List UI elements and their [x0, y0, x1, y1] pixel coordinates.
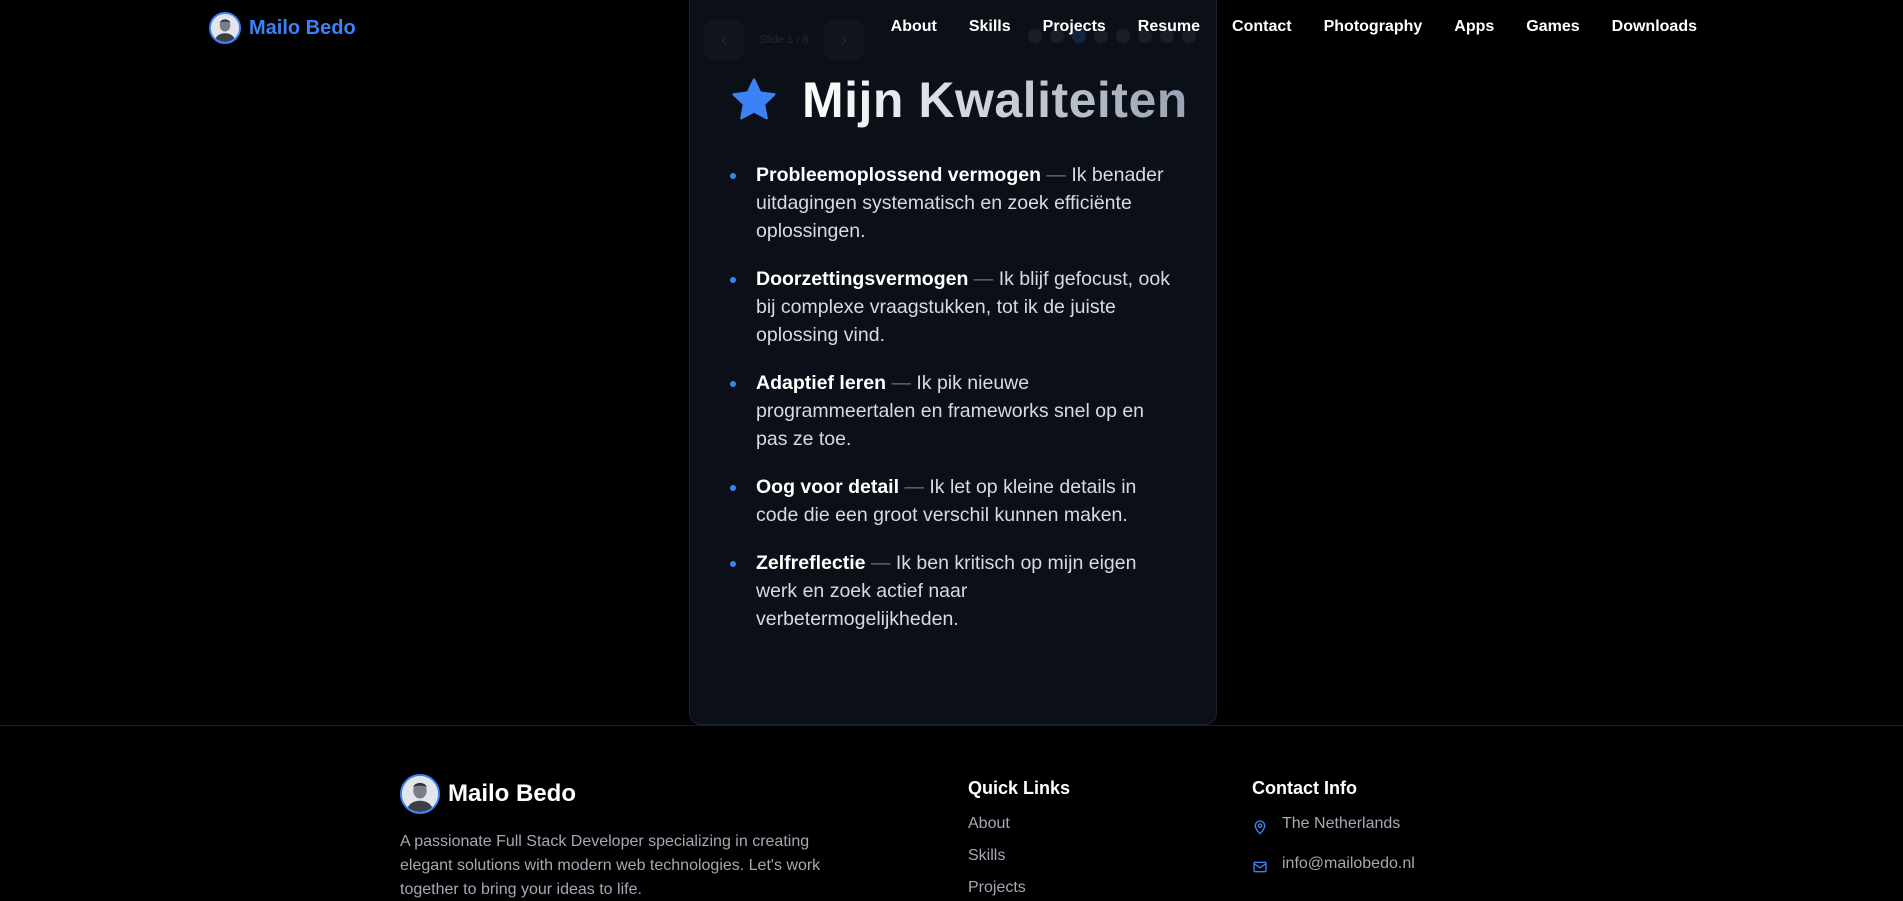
portrait-icon — [211, 14, 239, 42]
nav-link-projects[interactable]: Projects — [1043, 18, 1106, 36]
footer-link-skills[interactable]: Skills — [968, 847, 1070, 879]
mail-icon — [1253, 861, 1267, 873]
avatar — [400, 774, 440, 814]
nav-link-contact[interactable]: Contact — [1232, 18, 1292, 36]
contact-email[interactable]: info@mailobedo.nl — [1252, 855, 1415, 895]
list-item: Oog voor detail — Ik let op kleine detai… — [730, 473, 1170, 529]
footer-brand-name: Mailo Bedo — [448, 780, 577, 807]
contact-location: The Netherlands — [1252, 815, 1415, 855]
footer-link-projects[interactable]: Projects — [968, 879, 1070, 901]
quality-term: Probleemoplossend vermogen — [756, 164, 1041, 186]
footer-description: A passionate Full Stack Developer specia… — [400, 833, 821, 898]
footer-link-about[interactable]: About — [968, 815, 1070, 847]
list-item: Doorzettingsvermogen — Ik blijf gefocust… — [730, 265, 1170, 349]
nav-link-about[interactable]: About — [891, 18, 937, 36]
site-footer: Mailo Bedo A passionate Full Stack Devel… — [0, 725, 1903, 901]
quality-term: Oog voor detail — [756, 476, 900, 498]
brand-name: Mailo Bedo — [249, 16, 356, 39]
quality-term: Zelfreflectie — [756, 552, 866, 574]
nav-link-resume[interactable]: Resume — [1138, 18, 1200, 36]
quality-term: Adaptief leren — [756, 372, 887, 394]
quick-links: Quick Links About Skills Projects — [968, 778, 1070, 901]
nav-link-downloads[interactable]: Downloads — [1612, 18, 1697, 36]
nav-links: About Skills Projects Resume Contact Pho… — [891, 18, 1697, 36]
nav-link-apps[interactable]: Apps — [1454, 18, 1494, 36]
location-text: The Netherlands — [1282, 815, 1401, 832]
star-icon — [732, 78, 776, 120]
card-title: Mijn Kwaliteiten — [802, 72, 1188, 128]
brand-link[interactable]: Mailo Bedo — [209, 12, 356, 44]
qualities-list: Probleemoplossend vermogen — Ik benader … — [730, 161, 1170, 653]
portrait-icon — [402, 776, 438, 812]
quick-links-title: Quick Links — [968, 778, 1071, 798]
top-navbar: Mailo Bedo About Skills Projects Resume … — [0, 0, 1903, 56]
contact-info: Contact Info The Netherlands info@mailob… — [1252, 778, 1415, 895]
list-item: Zelfreflectie — Ik ben kritisch op mijn … — [730, 549, 1170, 633]
footer-brand[interactable]: Mailo Bedo — [400, 774, 576, 814]
nav-link-photography[interactable]: Photography — [1324, 18, 1423, 36]
quality-term: Doorzettingsvermogen — [756, 268, 969, 290]
qualities-card: ‹ Slide 1 / 8 › Mijn Kwaliteiten Problee… — [689, 0, 1217, 725]
list-item: Probleemoplossend vermogen — Ik benader … — [730, 161, 1170, 245]
contact-info-title: Contact Info — [1252, 778, 1357, 798]
nav-link-skills[interactable]: Skills — [969, 18, 1011, 36]
map-pin-icon — [1254, 820, 1266, 835]
email-text: info@mailobedo.nl — [1282, 855, 1415, 872]
list-item: Adaptief leren — Ik pik nieuwe programme… — [730, 369, 1170, 453]
avatar — [209, 12, 241, 44]
nav-link-games[interactable]: Games — [1526, 18, 1579, 36]
card-heading: Mijn Kwaliteiten — [730, 71, 1188, 129]
